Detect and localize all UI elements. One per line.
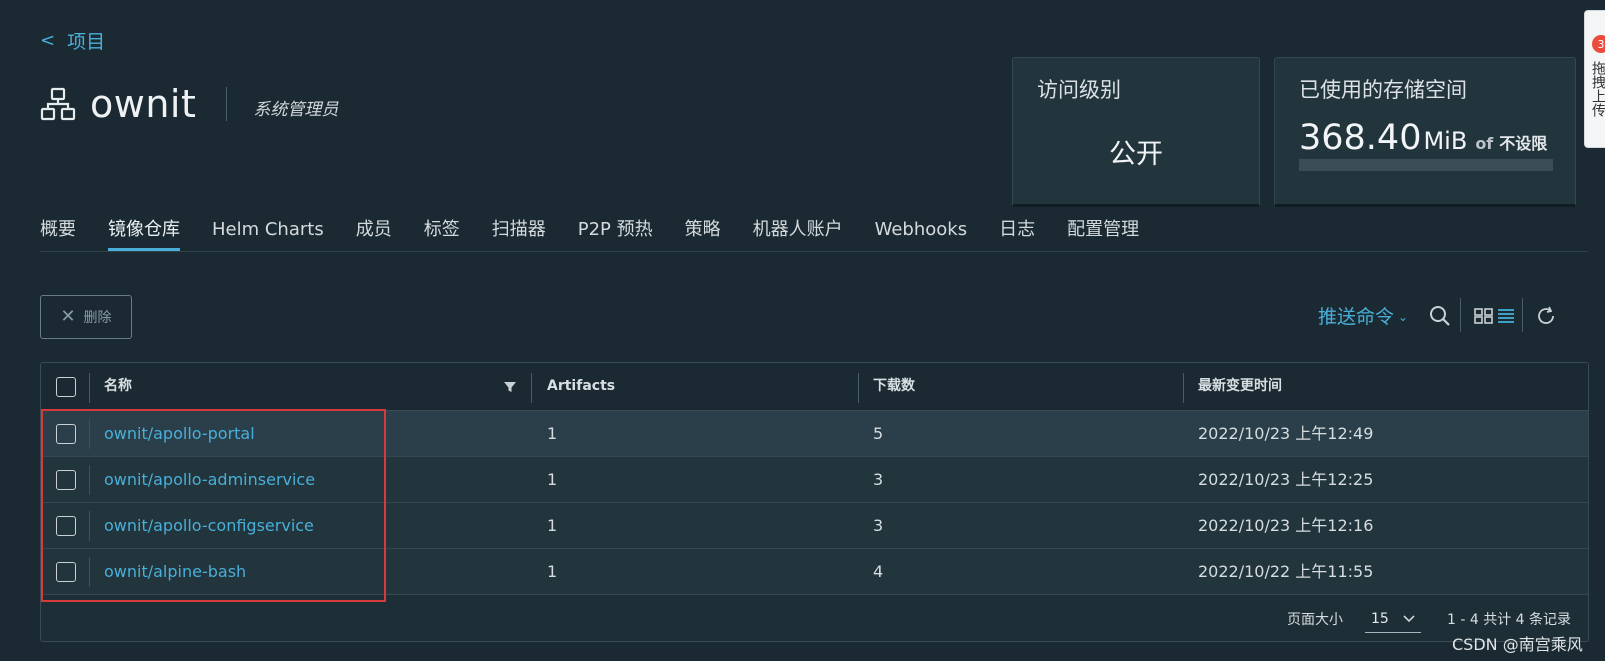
access-level-value: 公开 xyxy=(1109,139,1163,170)
row-checkbox[interactable] xyxy=(56,424,76,444)
storage-value: 368.40 MiB of 不设限 xyxy=(1299,118,1547,158)
column-divider xyxy=(1183,373,1184,403)
access-level-title: 访问级别 xyxy=(1037,78,1121,102)
toolbar-divider xyxy=(1522,298,1523,332)
row-checkbox[interactable] xyxy=(56,562,76,582)
tab-7[interactable]: 策略 xyxy=(685,214,721,252)
tab-6[interactable]: P2P 预热 xyxy=(578,214,653,252)
tab-10[interactable]: 日志 xyxy=(999,214,1035,252)
push-command-label: 推送命令 xyxy=(1318,306,1395,328)
upload-side-panel[interactable]: 3 拖拽上传 xyxy=(1584,10,1605,148)
storage-title: 已使用的存储空间 xyxy=(1299,78,1467,102)
tabs-divider xyxy=(40,251,1588,252)
pagination-summary: 1 - 4 共计 4 条记录 xyxy=(1447,612,1572,628)
column-header-artifacts[interactable]: Artifacts xyxy=(547,363,615,411)
storage-usage-card: 已使用的存储空间 368.40 MiB of 不设限 xyxy=(1274,57,1576,207)
project-tabs: 概要 镜像仓库 Helm Charts 成员 标签 扫描器 P2P 预热 策略 机器人账户 Web… xyxy=(40,214,1171,252)
table-row: ownit/alpine-bash 1 4 2022/10/22 上午11:55 xyxy=(41,549,1588,595)
notification-badge: 3 xyxy=(1592,35,1605,53)
chevron-down-icon: ⌄ xyxy=(1398,309,1409,324)
column-divider xyxy=(89,373,90,403)
column-divider xyxy=(89,557,90,587)
download-count: 3 xyxy=(873,516,884,535)
storage-limit: 不设限 xyxy=(1499,134,1548,153)
tab-2[interactable]: Helm Charts xyxy=(212,214,324,252)
column-divider xyxy=(89,511,90,541)
last-modified-time: 2022/10/23 上午12:49 xyxy=(1198,424,1374,443)
column-header-last-modified[interactable]: 最新变更时间 xyxy=(1198,363,1282,411)
storage-amount: 368.40 xyxy=(1299,118,1422,158)
storage-progress-bar xyxy=(1299,159,1553,171)
artifacts-count: 1 xyxy=(547,470,558,489)
filter-icon[interactable] xyxy=(503,380,517,394)
tab-0[interactable]: 概要 xyxy=(40,214,76,252)
chevron-left-icon: < xyxy=(40,30,56,51)
tab-5[interactable]: 扫描器 xyxy=(492,214,546,252)
tab-9[interactable]: Webhooks xyxy=(875,214,967,252)
tab-11[interactable]: 配置管理 xyxy=(1067,214,1139,252)
table-footer: 页面大小 15 1 - 4 共计 4 条记录 xyxy=(41,595,1588,641)
repository-name-link[interactable]: ownit/apollo-configservice xyxy=(104,503,314,549)
push-command-dropdown[interactable]: 推送命令 ⌄ xyxy=(1318,302,1408,329)
storage-unit: MiB xyxy=(1423,127,1468,155)
search-button[interactable] xyxy=(1424,300,1456,332)
refresh-icon xyxy=(1538,306,1554,324)
toolbar-divider xyxy=(1460,298,1461,332)
refresh-button[interactable] xyxy=(1530,300,1562,332)
last-modified-time: 2022/10/23 上午12:16 xyxy=(1198,516,1374,535)
page-size-label: 页面大小 xyxy=(1287,612,1343,628)
column-divider xyxy=(858,373,859,403)
delete-button-label: 删除 xyxy=(83,310,112,326)
column-header-name[interactable]: 名称 xyxy=(104,363,132,411)
column-divider xyxy=(531,373,532,403)
artifacts-count: 1 xyxy=(547,516,558,535)
artifacts-count: 1 xyxy=(547,562,558,581)
column-divider xyxy=(89,465,90,495)
back-to-projects-link[interactable]: < 项目 xyxy=(40,27,105,54)
last-modified-time: 2022/10/22 上午11:55 xyxy=(1198,562,1374,581)
table-row: ownit/apollo-configservice 1 3 2022/10/23 上… xyxy=(41,503,1588,549)
tab-4[interactable]: 标签 xyxy=(424,214,460,252)
repository-name-link[interactable]: ownit/apollo-adminservice xyxy=(104,457,315,503)
storage-of: of xyxy=(1475,134,1494,153)
project-hierarchy-icon xyxy=(40,87,76,121)
tab-3[interactable]: 成员 xyxy=(356,214,392,252)
project-role: 系统管理员 xyxy=(253,99,339,120)
last-modified-time: 2022/10/23 上午12:25 xyxy=(1198,470,1374,489)
title-divider xyxy=(226,87,228,121)
repositories-table: 名称 Artifacts 下载数 最新变更时间 ownit/apollo-por… xyxy=(40,362,1589,642)
project-name: ownit xyxy=(90,82,197,126)
tab-8[interactable]: 机器人账户 xyxy=(753,214,843,252)
access-level-card: 访问级别 公开 xyxy=(1012,57,1260,207)
column-header-downloads[interactable]: 下载数 xyxy=(873,363,915,411)
table-row: ownit/apollo-adminservice 1 3 2022/10/23 上午… xyxy=(41,457,1588,503)
page-size-select[interactable]: 15 xyxy=(1365,605,1421,633)
list-view-toggle[interactable] xyxy=(1490,300,1522,332)
project-header: ownit 系统管理员 xyxy=(40,82,338,126)
download-count: 5 xyxy=(873,424,884,443)
column-divider xyxy=(89,419,90,449)
download-count: 4 xyxy=(873,562,884,581)
row-checkbox[interactable] xyxy=(56,470,76,490)
table-header: 名称 Artifacts 下载数 最新变更时间 xyxy=(41,363,1588,411)
search-icon xyxy=(1430,306,1450,326)
repository-name-link[interactable]: ownit/alpine-bash xyxy=(104,549,246,595)
back-link-label: 项目 xyxy=(67,31,106,53)
tab-1[interactable]: 镜像仓库 xyxy=(108,214,180,252)
watermark: CSDN @南宫乘风 xyxy=(1452,635,1583,654)
chevron-down-icon xyxy=(1403,614,1415,622)
page-size-value: 15 xyxy=(1371,610,1389,627)
artifacts-count: 1 xyxy=(547,424,558,443)
repository-name-link[interactable]: ownit/apollo-portal xyxy=(104,411,255,457)
side-panel-label: 拖拽上传 xyxy=(1590,61,1605,117)
download-count: 3 xyxy=(873,470,884,489)
close-icon: ✕ xyxy=(60,306,76,327)
delete-button[interactable]: ✕ 删除 xyxy=(40,295,132,339)
select-all-checkbox[interactable] xyxy=(56,377,76,397)
list-icon xyxy=(1498,309,1514,323)
row-checkbox[interactable] xyxy=(56,516,76,536)
table-row: ownit/apollo-portal 1 5 2022/10/23 上午12:49 xyxy=(41,411,1588,457)
